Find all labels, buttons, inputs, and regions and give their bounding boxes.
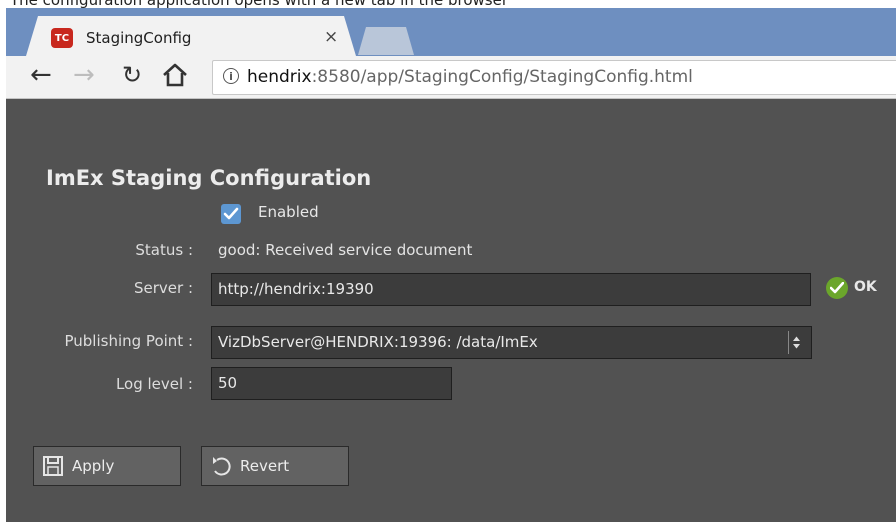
server-input[interactable]: http://hendrix:19390 xyxy=(211,273,811,306)
url-host: hendrix xyxy=(247,67,312,87)
status-value: good: Received service document xyxy=(218,241,473,259)
home-icon[interactable] xyxy=(161,60,189,90)
new-tab-button[interactable] xyxy=(358,27,414,55)
site-info-icon[interactable]: i xyxy=(223,68,239,84)
revert-label: Revert xyxy=(240,457,290,475)
publishing-point-value: VizDbServer@HENDRIX:19396: /data/ImEx xyxy=(218,333,538,351)
url-path: :8580/app/StagingConfig/StagingConfig.ht… xyxy=(311,67,693,87)
updown-arrows-icon xyxy=(788,331,803,354)
revert-button[interactable]: Revert xyxy=(201,446,349,486)
save-icon xyxy=(42,455,64,477)
check-ok-icon xyxy=(826,277,848,299)
tab-strip: TC StagingConfig × xyxy=(6,8,896,56)
apply-button[interactable]: Apply xyxy=(33,446,181,486)
log-level-label: Log level : xyxy=(115,375,193,393)
server-label: Server : xyxy=(133,279,193,297)
page-content: ImEx Staging Configuration Enabled Statu… xyxy=(6,99,896,522)
address-bar[interactable]: i hendrix:8580/app/StagingConfig/Staging… xyxy=(212,60,896,95)
apply-label: Apply xyxy=(72,457,115,475)
app-favicon-icon: TC xyxy=(51,28,73,48)
log-level-input[interactable]: 50 xyxy=(211,367,452,400)
enabled-label[interactable]: Enabled xyxy=(258,203,319,221)
status-label: Status : xyxy=(135,241,193,259)
undo-icon xyxy=(210,455,232,477)
back-arrow-icon[interactable]: ← xyxy=(30,60,52,90)
url-text: hendrix:8580/app/StagingConfig/StagingCo… xyxy=(247,67,693,87)
publishing-point-select[interactable]: VizDbServer@HENDRIX:19396: /data/ImEx xyxy=(211,326,812,359)
page-title: ImEx Staging Configuration xyxy=(46,166,372,190)
forward-arrow-icon[interactable]: → xyxy=(73,60,95,90)
server-ok-label: OK xyxy=(854,279,877,295)
tab-close-icon[interactable]: × xyxy=(324,27,338,47)
tab-title: StagingConfig xyxy=(86,29,192,47)
reload-icon[interactable]: ↻ xyxy=(122,61,142,89)
enabled-checkbox[interactable] xyxy=(221,204,241,224)
browser-window: TC StagingConfig × ← → ↻ i hendrix:8580/… xyxy=(6,8,896,522)
publishing-point-label: Publishing Point : xyxy=(64,332,194,350)
browser-toolbar: ← → ↻ i hendrix:8580/app/StagingConfig/S… xyxy=(6,56,896,99)
